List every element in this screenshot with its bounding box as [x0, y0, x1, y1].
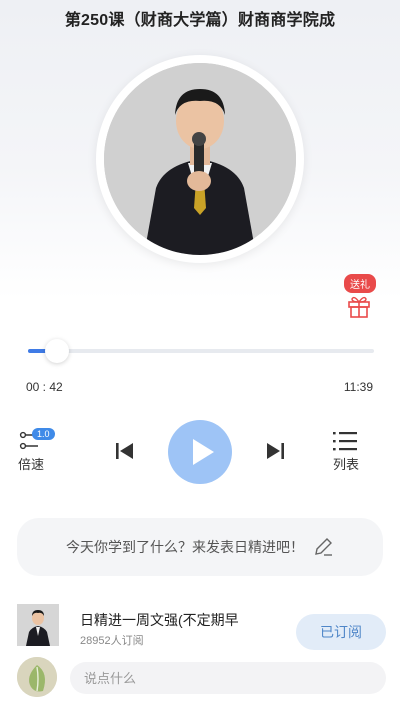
- page-title: 第250课（财商大学篇）财商商学院成: [64, 12, 336, 29]
- playlist-label: 列表: [333, 457, 360, 472]
- subscriber-count: 28952人订阅: [80, 635, 144, 647]
- progress-bar[interactable]: [28, 339, 374, 363]
- gift-badge[interactable]: 送礼: [344, 274, 376, 293]
- total-time: 11:39: [343, 380, 373, 394]
- playlist-button[interactable]: 列表: [330, 428, 362, 472]
- progress-handle[interactable]: [44, 339, 69, 363]
- gift-icon[interactable]: [346, 293, 372, 319]
- album-cover-frame: [96, 55, 304, 263]
- channel-title[interactable]: 日精进一周文强(不定期早: [80, 610, 239, 630]
- list-icon: [333, 432, 357, 451]
- user-avatar[interactable]: [17, 657, 57, 697]
- reflection-prompt-text: 今天你学到了什么？来发表日精进吧！: [66, 539, 304, 555]
- speed-label: 倍速: [18, 457, 45, 472]
- speed-value-badge: 1.0: [32, 428, 55, 440]
- speed-button[interactable]: 1.0 倍速: [18, 428, 58, 472]
- current-time: 00 : 42: [26, 380, 63, 394]
- next-track-icon[interactable]: [265, 440, 287, 462]
- subscribed-button[interactable]: 已订阅: [296, 614, 386, 650]
- album-cover: [104, 63, 296, 255]
- pencil-icon: [315, 538, 332, 556]
- play-icon: [193, 439, 214, 465]
- write-reflection-prompt[interactable]: 今天你学到了什么？来发表日精进吧！: [17, 518, 383, 576]
- channel-thumbnail[interactable]: [17, 604, 59, 646]
- play-button[interactable]: [168, 420, 232, 484]
- previous-track-icon[interactable]: [113, 440, 135, 462]
- comment-input[interactable]: [70, 662, 386, 694]
